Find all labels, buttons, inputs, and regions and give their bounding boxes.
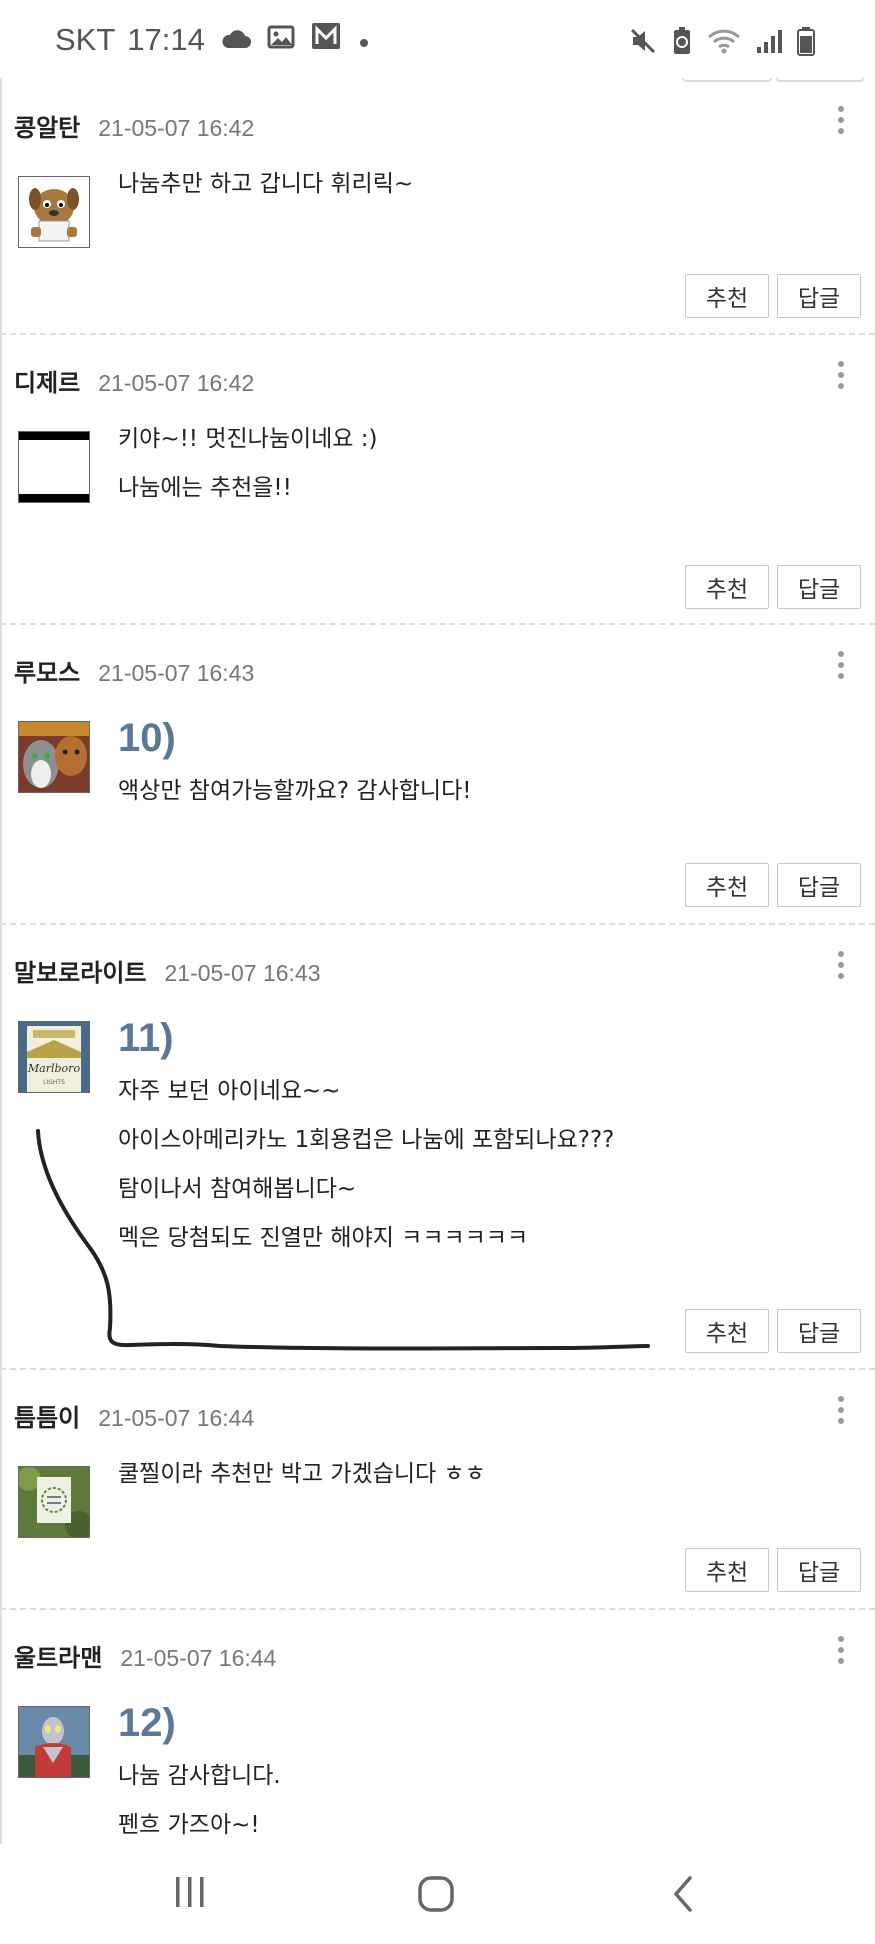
comment-date: 21-05-07 16:44 [98, 1405, 255, 1431]
comment-body: 11) 자주 보던 아이네요~~ 아이스아메리카노 1회용컵은 나눔에 포함되나… [118, 1009, 838, 1263]
comment-header: 콩알탄 21-05-07 16:42 [14, 108, 254, 143]
comment-date: 21-05-07 16:43 [164, 960, 321, 986]
more-options-icon[interactable] [837, 1636, 845, 1670]
more-options-icon[interactable] [837, 651, 845, 685]
mute-icon [629, 27, 657, 59]
recommend-button[interactable]: 추천 [685, 1548, 769, 1592]
battery-icon [797, 26, 815, 60]
two-cats-avatar[interactable] [18, 721, 90, 793]
comment-header: 루모스 21-05-07 16:43 [14, 653, 254, 688]
comment-item: 콩알탄 21-05-07 16:42 나눔추만 하고 갑니다 휘리릭~ 추천 답… [0, 78, 875, 335]
comment-text-line: 멕은 당첨되도 진열만 해야지 ㅋㅋㅋㅋㅋㅋ [118, 1225, 529, 1251]
signal-icon [755, 27, 783, 59]
comment-author[interactable]: 울트라맨 [14, 1638, 102, 1673]
reply-button[interactable]: 답글 [777, 1548, 861, 1592]
comment-date: 21-05-07 16:44 [120, 1645, 277, 1671]
comment-header: 말보로라이트 21-05-07 16:43 [14, 953, 321, 988]
clock: 17:14 [127, 22, 205, 57]
comment-text-line: 자주 보던 아이네요~~ [118, 1078, 341, 1104]
reply-button[interactable]: 답글 [777, 1309, 861, 1353]
comment-header: 틈틈이 21-05-07 16:44 [14, 1398, 254, 1433]
comment-author[interactable]: 틈틈이 [14, 1398, 80, 1433]
recommend-button[interactable]: 추천 [685, 274, 769, 318]
recent-apps-icon[interactable] [172, 1874, 208, 1914]
comment-actions: 추천 답글 [685, 565, 861, 609]
comment-text-line: 액상만 참여가능할까요? 감사합니다! [118, 778, 472, 804]
status-bar-left: SKT 17:14 [55, 22, 371, 58]
svg-text:Marlboro: Marlboro [27, 1062, 81, 1075]
wifi-icon [707, 27, 741, 59]
image-icon [267, 22, 295, 58]
comment-text-line: 탐이나서 참여해봅니다~ [118, 1176, 357, 1202]
comment-actions: 추천 답글 [685, 1309, 861, 1353]
back-icon[interactable] [668, 1874, 698, 1918]
comment-text-line: 아이스아메리카노 1회용컵은 나눔에 포함되나요??? [118, 1127, 615, 1153]
black-white-frame-avatar[interactable] [18, 431, 90, 503]
comment-author[interactable]: 디제르 [14, 363, 80, 398]
home-icon[interactable] [416, 1874, 456, 1918]
comment-date: 21-05-07 16:43 [98, 660, 255, 686]
comment-entry-number: 11) [118, 1016, 174, 1060]
comment-text-line: 키야~!! 멋진나눔이네요 :) [118, 426, 378, 452]
reply-button[interactable]: 답글 [777, 565, 861, 609]
cloud-icon [221, 22, 251, 58]
reply-button[interactable]: 답글 [777, 863, 861, 907]
comment-text-line: 나눔추만 하고 갑니다 휘리릭~ [118, 171, 414, 197]
comment-header: 디제르 21-05-07 16:42 [14, 363, 254, 398]
comment-author[interactable]: 말보로라이트 [14, 953, 146, 988]
comment-date: 21-05-07 16:42 [98, 115, 255, 141]
green-sign-avatar[interactable] [18, 1466, 90, 1538]
more-options-icon[interactable] [837, 951, 845, 985]
more-options-icon[interactable] [837, 361, 845, 395]
comment-header: 울트라맨 21-05-07 16:44 [14, 1638, 276, 1673]
comment-body: 나눔추만 하고 갑니다 휘리릭~ [118, 160, 838, 209]
recommend-button[interactable]: 추천 [685, 1309, 769, 1353]
comment-author[interactable]: 콩알탄 [14, 108, 80, 143]
ultraman-avatar[interactable] [18, 1706, 90, 1778]
comment-text-line: 나눔에는 추천을!! [118, 475, 292, 501]
recommend-button[interactable]: 추천 [685, 565, 769, 609]
comment-body: 쿨찔이라 추천만 박고 가겠습니다 ㅎㅎ [118, 1450, 838, 1499]
reply-button[interactable]: 답글 [777, 274, 861, 318]
comment-entry-number: 10) [118, 716, 176, 760]
marlboro-pack-avatar[interactable]: Marlboro LIGHTS [18, 1021, 90, 1093]
svg-text:LIGHTS: LIGHTS [43, 1079, 65, 1086]
navigation-bar [0, 1844, 875, 1944]
recommend-button[interactable]: 추천 [685, 863, 769, 907]
more-options-icon[interactable] [837, 1396, 845, 1430]
comment-body: 키야~!! 멋진나눔이네요 :) 나눔에는 추천을!! [118, 415, 838, 513]
comment-item: 말보로라이트 21-05-07 16:43 Marlboro LIGHTS 11… [0, 923, 875, 1370]
comment-text-line: 펜흐 가즈아~! [118, 1812, 260, 1838]
status-bar-right [629, 26, 815, 60]
gmail-icon [311, 22, 341, 58]
dog-cartoon-avatar[interactable] [18, 176, 90, 248]
comment-body: 12) 나눔 감사합니다. 펜흐 가즈아~! [118, 1694, 838, 1844]
comment-item: 디제르 21-05-07 16:42 키야~!! 멋진나눔이네요 :) 나눔에는… [0, 333, 875, 625]
comment-item: 울트라맨 21-05-07 16:44 12) 나눔 감사합니다. 펜흐 가즈아… [0, 1608, 875, 1844]
status-bar: SKT 17:14 [0, 0, 875, 78]
comment-item: 루모스 21-05-07 16:43 10) 액상만 참여가능할까요? 감사합니… [0, 623, 875, 925]
comment-list: 콩알탄 21-05-07 16:42 나눔추만 하고 갑니다 휘리릭~ 추천 답… [0, 78, 875, 1844]
comment-text-line: 나눔 감사합니다. [118, 1763, 281, 1789]
dot-icon [357, 22, 371, 58]
carrier-label: SKT [55, 22, 116, 57]
comment-actions: 추천 답글 [685, 1548, 861, 1592]
battery-saver-icon [671, 26, 693, 60]
comment-actions: 추천 답글 [685, 863, 861, 907]
comment-item: 틈틈이 21-05-07 16:44 쿨찔이라 추천만 박고 가겠습니다 ㅎㅎ … [0, 1368, 875, 1610]
comment-author[interactable]: 루모스 [14, 653, 80, 688]
comment-body: 10) 액상만 참여가능할까요? 감사합니다! [118, 709, 838, 816]
comment-text-line: 쿨찔이라 추천만 박고 가겠습니다 ㅎㅎ [118, 1461, 486, 1487]
comment-entry-number: 12) [118, 1701, 176, 1745]
comment-actions: 추천 답글 [685, 274, 861, 318]
more-options-icon[interactable] [837, 106, 845, 140]
comment-date: 21-05-07 16:42 [98, 370, 255, 396]
